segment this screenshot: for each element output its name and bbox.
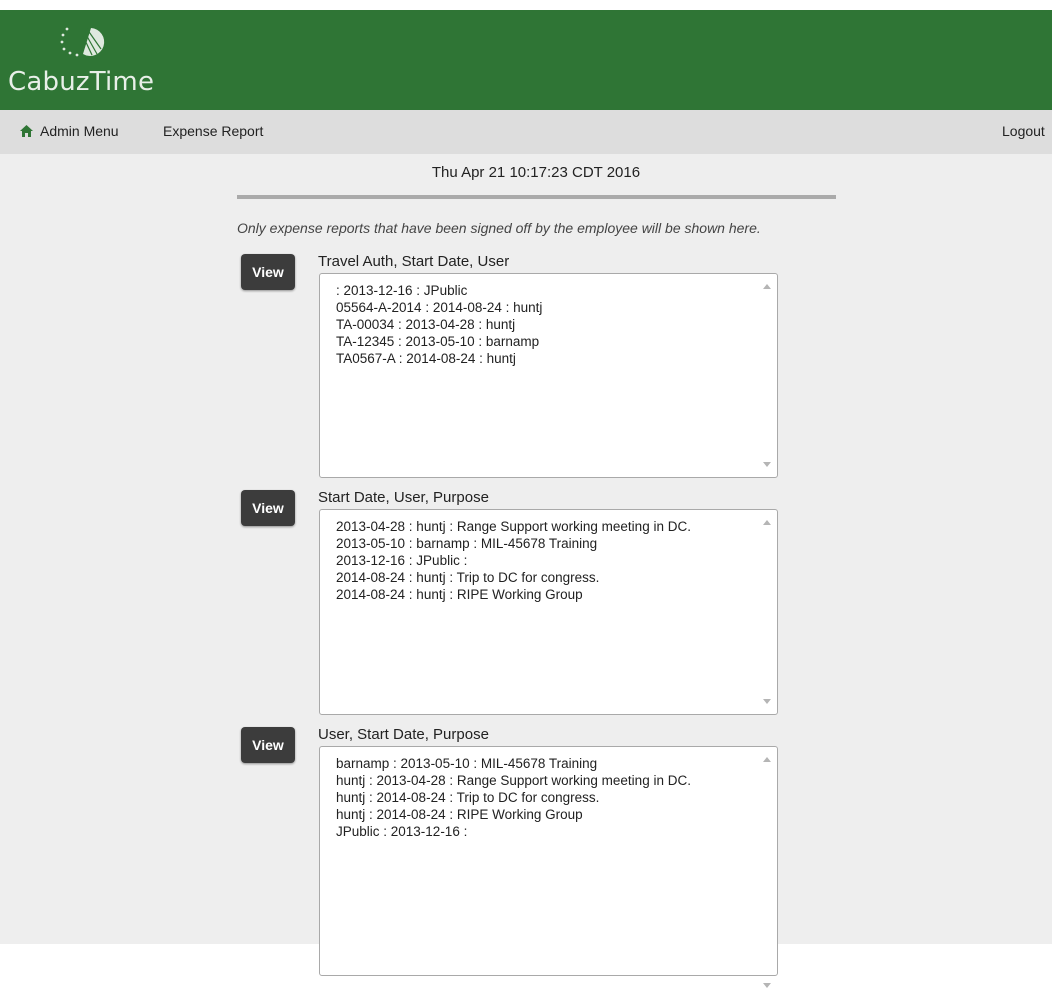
nav-admin-menu-label: Admin Menu [40, 123, 119, 139]
list-item[interactable]: huntj : 2014-08-24 : Trip to DC for cong… [336, 789, 691, 806]
start-date-listbox[interactable]: 2013-04-28 : huntj : Range Support worki… [319, 509, 778, 715]
list-label-start-date: Start Date, User, Purpose [318, 489, 489, 506]
list-item[interactable]: huntj : 2014-08-24 : RIPE Working Group [336, 806, 691, 823]
list-item[interactable]: TA0567-A : 2014-08-24 : huntj [336, 350, 542, 367]
home-icon [20, 125, 33, 137]
view-button-travel-auth[interactable]: View [241, 254, 295, 290]
scroll-up-arrow-icon[interactable] [763, 520, 771, 525]
travel-auth-listbox[interactable]: : 2013-12-16 : JPublic 05564-A-2014 : 20… [319, 273, 778, 478]
view-button-user[interactable]: View [241, 727, 295, 763]
scroll-up-arrow-icon[interactable] [763, 757, 771, 762]
nav-expense-report[interactable]: Expense Report [163, 123, 263, 139]
nav-bar: Admin Menu Expense Report Logout [0, 110, 1052, 154]
logout-link[interactable]: Logout [1002, 123, 1045, 139]
list-item[interactable]: TA-00034 : 2013-04-28 : huntj [336, 316, 542, 333]
divider [237, 195, 836, 199]
listbox-scrollbar[interactable] [759, 511, 776, 713]
user-listbox[interactable]: barnamp : 2013-05-10 : MIL-45678 Trainin… [319, 746, 778, 988]
list-label-user: User, Start Date, Purpose [318, 726, 489, 743]
list-item[interactable]: 2014-08-24 : huntj : Trip to DC for cong… [336, 569, 691, 586]
listbox-scrollbar[interactable] [759, 275, 776, 476]
scroll-down-arrow-icon[interactable] [763, 983, 771, 988]
list-item[interactable]: JPublic : 2013-12-16 : [336, 823, 691, 840]
logo-icon [60, 27, 105, 57]
list-item[interactable]: TA-12345 : 2013-05-10 : barnamp [336, 333, 542, 350]
scroll-down-arrow-icon[interactable] [763, 699, 771, 704]
info-note: Only expense reports that have been sign… [237, 220, 761, 236]
app-header: CabuzTime [0, 10, 1052, 110]
list-item[interactable]: 2013-12-16 : JPublic : [336, 552, 691, 569]
list-item[interactable]: 2013-04-28 : huntj : Range Support worki… [336, 518, 691, 535]
view-button-start-date[interactable]: View [241, 490, 295, 526]
app-logo-text: CabuzTime [8, 67, 155, 97]
nav-admin-menu[interactable]: Admin Menu [20, 123, 119, 139]
top-strip [0, 0, 1052, 10]
main-content: Thu Apr 21 10:17:23 CDT 2016 Only expens… [0, 154, 1052, 988]
scroll-up-arrow-icon[interactable] [763, 284, 771, 289]
list-item[interactable]: barnamp : 2013-05-10 : MIL-45678 Trainin… [336, 755, 691, 772]
list-item[interactable]: 2014-08-24 : huntj : RIPE Working Group [336, 586, 691, 603]
scroll-down-arrow-icon[interactable] [763, 462, 771, 467]
listbox-scrollbar[interactable] [759, 748, 776, 988]
list-item[interactable]: 2013-05-10 : barnamp : MIL-45678 Trainin… [336, 535, 691, 552]
list-item[interactable]: huntj : 2013-04-28 : Range Support worki… [336, 772, 691, 789]
list-label-travel-auth: Travel Auth, Start Date, User [318, 253, 510, 270]
list-item[interactable]: : 2013-12-16 : JPublic [336, 282, 542, 299]
timestamp: Thu Apr 21 10:17:23 CDT 2016 [431, 164, 641, 181]
list-item[interactable]: 05564-A-2014 : 2014-08-24 : huntj [336, 299, 542, 316]
